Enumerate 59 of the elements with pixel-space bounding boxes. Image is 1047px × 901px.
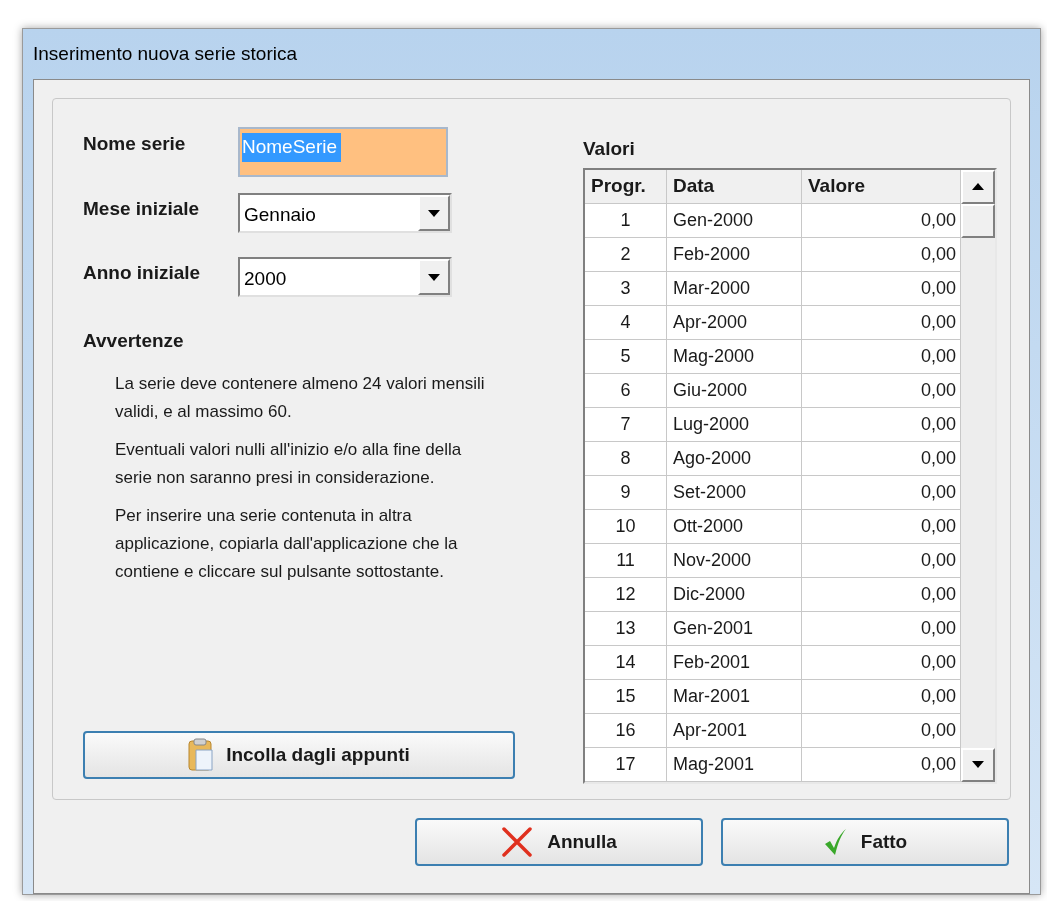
checkmark-icon — [822, 828, 847, 856]
table-cell: 14 — [585, 645, 667, 680]
table-cell: Ott-2000 — [667, 509, 802, 544]
scroll-up-button[interactable] — [961, 169, 995, 204]
table-cell: 16 — [585, 713, 667, 748]
table-cell: Feb-2000 — [667, 237, 802, 272]
table-cell: 4 — [585, 305, 667, 340]
column-header: Data — [667, 169, 802, 204]
table-cell: Feb-2001 — [667, 645, 802, 680]
table-cell: 6 — [585, 373, 667, 408]
ok-button[interactable]: Fatto — [721, 818, 1009, 866]
paste-button[interactable]: Incolla dagli appunti — [83, 731, 515, 779]
close-icon — [501, 826, 534, 858]
cancel-button[interactable]: Annulla — [415, 818, 703, 866]
clipboard-icon — [188, 738, 215, 772]
table-cell: Lug-2000 — [667, 407, 802, 442]
window-title: Inserimento nuova serie storica — [33, 41, 297, 66]
table-cell: Ago-2000 — [667, 441, 802, 476]
table-cell: Mar-2000 — [667, 271, 802, 306]
scroll-down-button[interactable] — [961, 747, 995, 782]
table-cell: 3 — [585, 271, 667, 306]
year-dropdown[interactable]: 2000 — [238, 257, 452, 297]
table-cell: Giu-2000 — [667, 373, 802, 408]
table-cell: 8 — [585, 441, 667, 476]
table-cell: Apr-2001 — [667, 713, 802, 748]
scroll-thumb[interactable] — [961, 203, 995, 238]
table-cell: Gen-2001 — [667, 611, 802, 646]
scrollbar[interactable] — [961, 169, 995, 782]
table-cell: Nov-2000 — [667, 543, 802, 578]
section-title: Avvertenze — [83, 329, 185, 353]
table-cell: 2 — [585, 237, 667, 272]
field-label: Anno iniziale — [83, 261, 202, 285]
up-arrow-icon — [972, 183, 984, 190]
table-cell: Gen-2000 — [667, 203, 802, 238]
table-cell: 1 — [585, 203, 667, 238]
table-cell: Set-2000 — [667, 475, 802, 510]
table-cell: 11 — [585, 543, 667, 578]
table-cell: 5 — [585, 339, 667, 374]
table-cell: 7 — [585, 407, 667, 442]
warning-paragraph: Per inserire una serie contenuta in altra applicazione, copiarla dall'applicazione che la contiene e cliccare sul pulsante sottostante. — [115, 504, 459, 583]
table-cell: 12 — [585, 577, 667, 612]
field-label: Mese iniziale — [83, 197, 201, 221]
warning-paragraph: Eventuali valori nulli all'inizio e/o alla fine della serie non saranno presi in considerazione. — [115, 438, 463, 489]
table-cell: 15 — [585, 679, 667, 714]
table-cell: Mar-2001 — [667, 679, 802, 714]
warning-paragraph: La serie deve contenere almeno 24 valori mensili validi, e al massimo 60. — [115, 372, 486, 423]
table-cell: 10 — [585, 509, 667, 544]
table-cell: 17 — [585, 747, 667, 782]
down-arrow-icon — [972, 761, 984, 768]
column-header: Progr. — [585, 169, 667, 204]
table-cell: Apr-2000 — [667, 305, 802, 340]
field-label: Nome serie — [83, 132, 187, 156]
table-cell: 13 — [585, 611, 667, 646]
table-cell: Mag-2000 — [667, 339, 802, 374]
table-title: Valori — [583, 137, 636, 161]
table-cell: 9 — [585, 475, 667, 510]
table-cell: Dic-2000 — [667, 577, 802, 612]
month-dropdown[interactable]: Gennaio — [238, 193, 452, 233]
table-cell: Mag-2001 — [667, 747, 802, 782]
